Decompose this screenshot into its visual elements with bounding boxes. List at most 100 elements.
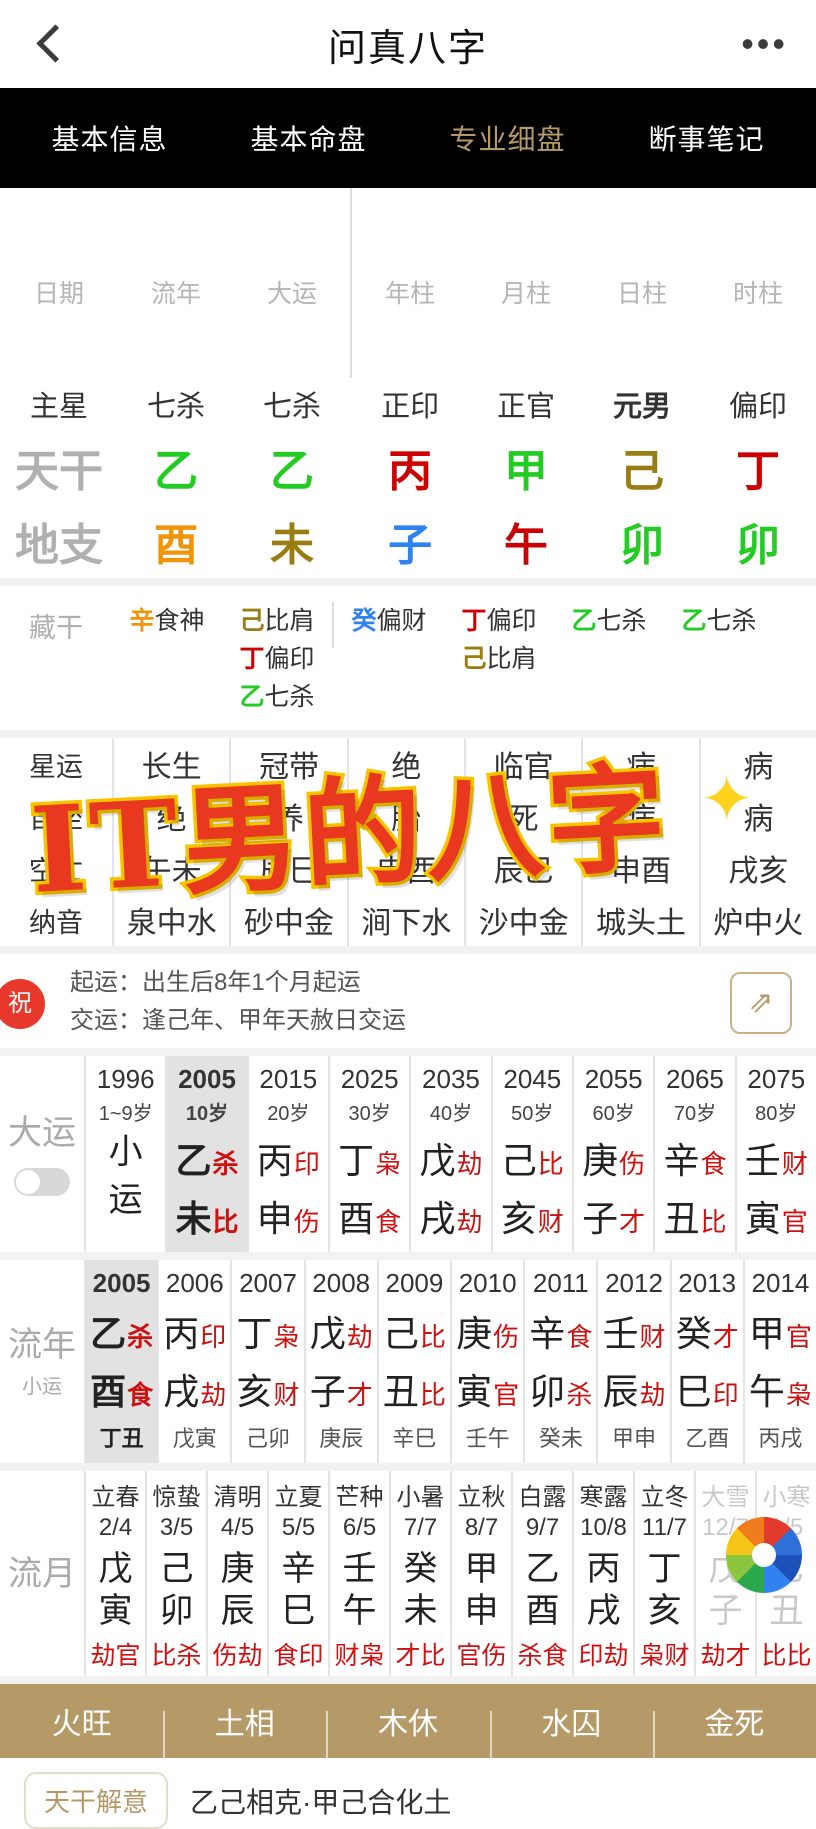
dayun-branch-god: 劫 <box>456 1207 483 1237</box>
element-state-earth[interactable]: 土相 <box>163 1699 326 1759</box>
main-star-day: 元男 <box>613 391 672 423</box>
dayun-branch-god: 伤 <box>293 1207 320 1237</box>
dayun-cell-1[interactable]: 2005 10岁 乙杀 未比 <box>165 1056 247 1252</box>
liunian-branch-god: 印 <box>712 1380 739 1410</box>
hidden-ten-god: 七杀 <box>706 607 757 635</box>
dayun-age: 80岁 <box>755 1103 798 1125</box>
element-state-water[interactable]: 水囚 <box>489 1699 653 1759</box>
section-divider <box>0 1252 816 1260</box>
liunian-year: 2012 <box>605 1268 663 1298</box>
dayun-cell-3[interactable]: 2025 30岁 丁枭 酉食 <box>327 1056 409 1252</box>
liuyue-cell-6[interactable]: 立秋 8/7 甲 申 官伤 <box>450 1471 511 1676</box>
element-state-wood[interactable]: 木休 <box>326 1699 489 1759</box>
section-divider <box>0 578 816 586</box>
liuyue-cell-0[interactable]: 立春 2/4 戊 寅 劫官 <box>84 1471 145 1676</box>
liuyue-branch: 巳 <box>281 1592 316 1630</box>
liunian-cell-4[interactable]: 2009 己比 丑比 辛巳 <box>376 1260 450 1463</box>
liuyue-stem: 癸 <box>403 1550 438 1588</box>
nayin-month: 沙中金 <box>478 907 569 940</box>
kongwang-liunian: 午未 <box>141 855 202 888</box>
dayun-stem: 辛 <box>663 1140 700 1181</box>
solar-term-date: 3/5 <box>159 1514 194 1541</box>
liunian-cell-6[interactable]: 2011 辛食 卯杀 癸未 <box>523 1260 596 1463</box>
dayun-cell-0[interactable]: 1996 1~9岁 小 运 <box>84 1056 165 1252</box>
liuyue-cell-7[interactable]: 白露 9/7 乙 酉 杀食 <box>511 1471 572 1676</box>
dayun-cell-6[interactable]: 2055 60岁 庚伤 子才 <box>571 1056 653 1252</box>
liunian-xiaoyun: 戊寅 <box>172 1426 217 1451</box>
liunian-cell-7[interactable]: 2012 壬财 辰劫 甲申 <box>596 1260 669 1463</box>
liuyue-branch: 酉 <box>525 1592 560 1630</box>
hidden-ten-god: 七杀 <box>264 683 315 711</box>
branch-hour: 卯 <box>736 521 780 570</box>
dayun-age: 1~9岁 <box>98 1103 153 1125</box>
hidden-ten-god: 七杀 <box>596 607 647 635</box>
liunian-year: 2005 <box>92 1268 151 1298</box>
dayun-age: 20岁 <box>267 1103 310 1125</box>
liuyue-cell-5[interactable]: 小暑 7/7 癸 未 才比 <box>389 1471 450 1676</box>
liuyue-branch: 亥 <box>647 1592 682 1630</box>
dayun-stem: 戊 <box>419 1140 456 1181</box>
liunian-xiaoyun: 丙戌 <box>758 1426 803 1451</box>
solar-term: 白露 <box>518 1484 567 1511</box>
liuyue-cell-4[interactable]: 芒种 6/5 壬 午 财枭 <box>328 1471 389 1676</box>
dayun-stem: 丁 <box>338 1140 375 1181</box>
dayun-toggle-switch[interactable] <box>14 1168 70 1196</box>
liuyue-cell-1[interactable]: 惊蛰 3/5 己 卯 比杀 <box>145 1471 206 1676</box>
main-star-hour: 偏印 <box>728 391 787 423</box>
solar-term-date: 9/7 <box>525 1514 560 1541</box>
tab-basic-info[interactable]: 基本信息 <box>51 118 167 158</box>
liunian-xiaoyun: 癸未 <box>538 1426 583 1451</box>
stem-meaning-button[interactable]: 天干解意 <box>24 1772 169 1829</box>
liuyue-branch: 辰 <box>220 1592 255 1630</box>
liuyue-cell-3[interactable]: 立夏 5/5 辛 巳 食印 <box>267 1471 328 1676</box>
liuyue-stem: 庚 <box>220 1550 255 1588</box>
liuyue-cell-9[interactable]: 立冬 11/7 丁 亥 枭财 <box>633 1471 694 1676</box>
liunian-stem: 戊 <box>309 1313 346 1354</box>
dayun-cell-8[interactable]: 2075 80岁 壬财 寅官 <box>734 1056 816 1252</box>
liunian-section: 流年 小运 2005 乙杀 酉食 丁丑 2006 丙印 戌劫 戊寅 2007 丁… <box>0 1260 816 1463</box>
tab-basic-chart[interactable]: 基本命盘 <box>250 118 366 158</box>
xingyun-liunian: 长生 <box>141 751 202 784</box>
liuyue-section: 流月 立春 2/4 戊 寅 劫官 惊蛰 3/5 己 卯 比杀 清明 4/5 庚 … <box>0 1471 816 1676</box>
zizuo-row: 自坐 绝 养 胎 死 病 病 <box>0 790 816 842</box>
tab-notes[interactable]: 断事笔记 <box>648 118 764 158</box>
liuyue-ten-gods: 才比 <box>395 1642 446 1670</box>
element-state-metal[interactable]: 金死 <box>652 1699 816 1759</box>
liuyue-cell-2[interactable]: 清明 4/5 庚 辰 伤劫 <box>206 1471 267 1676</box>
dayun-label-group: 大运 <box>0 1056 84 1252</box>
element-state-fire[interactable]: 火旺 <box>0 1699 163 1743</box>
xiaoyun-label: 小运 <box>22 1376 62 1398</box>
dayun-cell-4[interactable]: 2035 40岁 戊劫 戌劫 <box>409 1056 490 1252</box>
nayin-row: 纳音 泉中水 砂中金 涧下水 沙中金 城头土 炉中火 <box>0 894 816 946</box>
dayun-year: 2035 <box>422 1064 480 1094</box>
liuyue-stem: 乙 <box>525 1550 560 1588</box>
liunian-xiaoyun: 庚辰 <box>319 1426 364 1451</box>
liuyue-cell-8[interactable]: 寒露 10/8 丙 戌 印劫 <box>572 1471 633 1676</box>
liunian-cell-1[interactable]: 2006 丙印 戌劫 戊寅 <box>157 1260 230 1463</box>
blessing-badge-icon[interactable]: 祝 <box>0 976 48 1032</box>
liunian-cell-8[interactable]: 2013 癸才 巳印 乙酉 <box>669 1260 743 1463</box>
liunian-cell-0[interactable]: 2005 乙杀 酉食 丁丑 <box>84 1260 158 1463</box>
liunian-cell-5[interactable]: 2010 庚伤 寅官 壬午 <box>450 1260 523 1463</box>
liuyue-ten-gods: 官伤 <box>456 1642 507 1670</box>
color-wheel-icon[interactable] <box>726 1517 802 1593</box>
liunian-cell-3[interactable]: 2008 戊劫 子才 庚辰 <box>303 1260 377 1463</box>
dayun-cell-5[interactable]: 2045 50岁 己比 亥财 <box>490 1056 572 1252</box>
liunian-cell-2[interactable]: 2007 丁枭 亥财 己卯 <box>230 1260 303 1463</box>
dayun-cell-7[interactable]: 2065 70岁 辛食 丑比 <box>653 1056 734 1252</box>
liunian-cell-9[interactable]: 2014 甲官 午枭 丙戌 <box>742 1260 816 1463</box>
liuyue-branch: 戌 <box>586 1592 621 1630</box>
liuyue-stem: 辛 <box>281 1550 316 1588</box>
nayin-day: 城头土 <box>595 907 686 940</box>
share-square-icon[interactable]: ⇗ <box>730 972 792 1034</box>
liunian-branch-god: 枭 <box>785 1380 812 1410</box>
dayun-cell-2[interactable]: 2015 20岁 丙印 申伤 <box>246 1056 328 1252</box>
row-label-heavenly-stem: 天干 <box>15 447 104 496</box>
main-star-month: 正官 <box>497 391 556 423</box>
solar-term-date: 10/8 <box>580 1514 627 1541</box>
stem-day: 己 <box>620 447 665 496</box>
liunian-stem: 癸 <box>675 1313 712 1354</box>
branch-month: 午 <box>504 521 549 570</box>
zizuo-liunian: 绝 <box>156 803 187 836</box>
tab-pro-chart[interactable]: 专业细盘 <box>449 118 565 158</box>
